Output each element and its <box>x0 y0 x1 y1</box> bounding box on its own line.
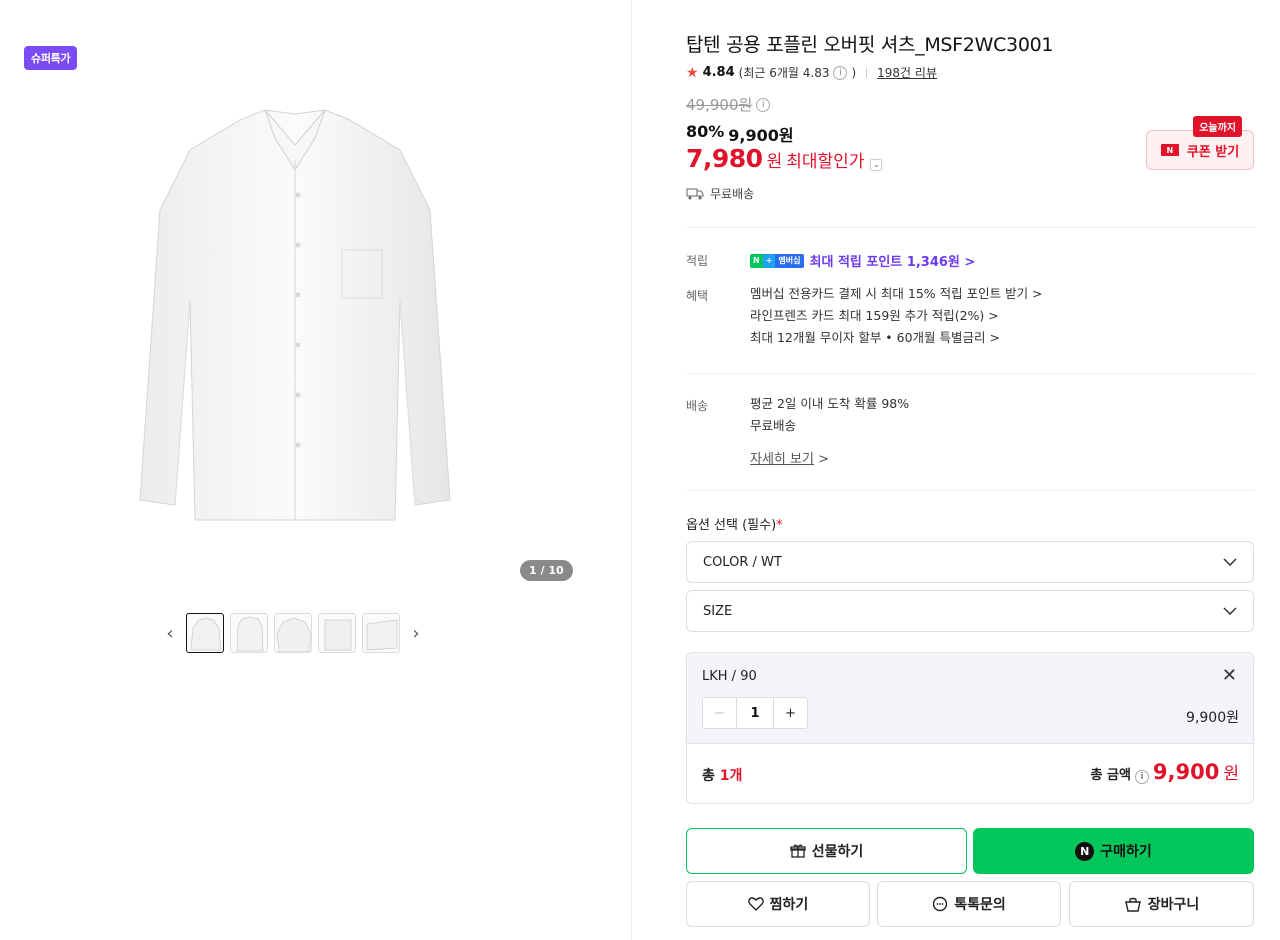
rating-score: 4.84 <box>702 65 735 80</box>
section-divider <box>686 490 1254 491</box>
max-discount-label[interactable]: 최대할인가 <box>786 147 864 172</box>
thumbnail-1[interactable] <box>186 613 224 653</box>
column-divider <box>631 0 632 940</box>
points-link[interactable]: N + 멤버십 최대 적립 포인트 1,346원 > <box>750 251 975 270</box>
free-shipping-text: 무료배송 <box>710 187 755 201</box>
benefits-list: 멤버십 전용카드 결제 시 최대 15% 적립 포인트 받기 > 라인프렌즈 카… <box>750 283 1043 349</box>
quantity-stepper: − 1 + <box>702 697 808 729</box>
naver-plus-badge: N + 멤버십 <box>750 253 804 268</box>
product-main-image[interactable] <box>130 100 460 530</box>
rating-row: ★ 4.84 (최근 6개월 4.83 i ) 198건 리뷰 <box>686 64 1254 81</box>
size-select-value: SIZE <box>703 603 733 619</box>
remove-option-close-icon[interactable]: ✕ <box>1222 665 1237 686</box>
discount-price: 9,900원 <box>728 126 794 145</box>
size-select[interactable]: SIZE <box>686 590 1254 632</box>
thumbnail-5[interactable] <box>362 613 400 653</box>
total-info-icon[interactable]: i <box>1134 770 1149 784</box>
benefit-item[interactable]: 최대 12개월 무이자 할부 • 60개월 특별금리 > <box>750 327 1043 349</box>
selected-option-price: 9,900원 <box>1186 710 1239 726</box>
coupon-deadline-tag: 오늘까지 <box>1193 116 1242 137</box>
selected-option-item: LKH / 90 ✕ − 1 + 9,900원 <box>687 653 1253 744</box>
thumb-prev-icon[interactable]: ‹ <box>160 613 180 653</box>
benefit-item[interactable]: 멤버십 전용카드 결제 시 최대 15% 적립 포인트 받기 > <box>750 283 1043 305</box>
product-title: 탑텐 공용 포플린 오버핏 셔츠_MSF2WC3001 <box>686 34 1054 56</box>
wish-button[interactable]: 찜하기 <box>686 881 870 927</box>
thumbnail-3[interactable] <box>274 613 312 653</box>
delivery-eta: 평균 2일 이내 도착 확률 98% <box>750 396 910 411</box>
selected-option-box: LKH / 90 ✕ − 1 + 9,900원 총 1개 총 금액 i 9,90… <box>686 652 1254 804</box>
color-select-value: COLOR / WT <box>703 554 782 570</box>
naver-coupon-icon: N <box>1160 144 1179 156</box>
coupon-label: 쿠폰 받기 <box>1186 144 1240 160</box>
thumbnail-2[interactable] <box>230 613 268 653</box>
delivery-detail-link[interactable]: 자세히 보기 > <box>750 448 829 467</box>
color-select[interactable]: COLOR / WT <box>686 541 1254 583</box>
reviews-link[interactable]: 198건 리뷰 <box>877 64 937 81</box>
total-amount: 총 금액 i 9,900 원 <box>1090 760 1239 784</box>
thumbnail-strip: ‹ › <box>160 612 426 654</box>
chevron-down-icon <box>1223 607 1237 615</box>
price-info-icon[interactable]: i <box>756 97 771 112</box>
chat-bubble-icon <box>933 896 948 912</box>
required-mark: * <box>776 518 783 533</box>
section-divider <box>686 373 1254 374</box>
gift-icon <box>790 844 806 858</box>
heart-icon <box>747 897 764 911</box>
total-count: 총 1개 <box>702 768 743 784</box>
quantity-minus-button[interactable]: − <box>703 698 737 728</box>
points-text: 최대 적립 포인트 1,346원 > <box>809 255 976 270</box>
discount-rate: 80% <box>686 122 725 141</box>
free-shipping-row: 무료배송 <box>686 185 1254 202</box>
thumb-next-icon[interactable]: › <box>406 613 426 653</box>
original-price: 49,900원 <box>686 96 753 114</box>
naver-pay-icon: N <box>1075 841 1095 861</box>
star-icon: ★ <box>686 64 699 81</box>
sale-price: 7,980 <box>686 144 763 173</box>
quantity-value[interactable]: 1 <box>737 698 773 728</box>
gift-button[interactable]: 선물하기 <box>686 828 967 874</box>
delivery-label: 배송 <box>686 399 709 413</box>
original-price-row: 49,900원 i <box>686 94 1254 115</box>
sale-price-unit: 원 <box>766 152 783 172</box>
thumbnail-4[interactable] <box>318 613 356 653</box>
chevron-down-icon <box>1223 558 1237 566</box>
points-label: 적립 <box>686 254 709 268</box>
divider <box>866 67 868 78</box>
quantity-plus-button[interactable]: + <box>773 698 807 728</box>
delivery-fee: 무료배송 <box>750 418 797 433</box>
truck-icon <box>686 188 704 199</box>
delivery-info: 평균 2일 이내 도착 확률 98% 무료배송 <box>750 393 909 437</box>
section-divider <box>686 227 1254 228</box>
benefit-item[interactable]: 라인프렌즈 카드 최대 159원 추가 적립(2%) > <box>750 305 1043 327</box>
talk-inquiry-button[interactable]: 톡톡문의 <box>877 881 1061 927</box>
rating-recent-close: ) <box>851 65 857 80</box>
info-icon[interactable]: i <box>833 65 848 80</box>
buy-button[interactable]: N 구매하기 <box>973 828 1254 874</box>
selected-option-name: LKH / 90 <box>702 669 757 684</box>
image-counter: 1 / 10 <box>520 560 573 581</box>
cart-button[interactable]: 장바구니 <box>1069 881 1254 927</box>
option-title: 옵션 선택 (필수)* <box>686 518 783 533</box>
super-deal-badge: 슈퍼특가 <box>24 46 78 70</box>
chevron-down-icon[interactable]: ⌄ <box>870 158 883 171</box>
benefits-label: 혜택 <box>686 289 709 303</box>
shopping-bag-icon <box>1124 897 1141 912</box>
rating-recent: (최근 6개월 4.83 <box>738 66 830 80</box>
